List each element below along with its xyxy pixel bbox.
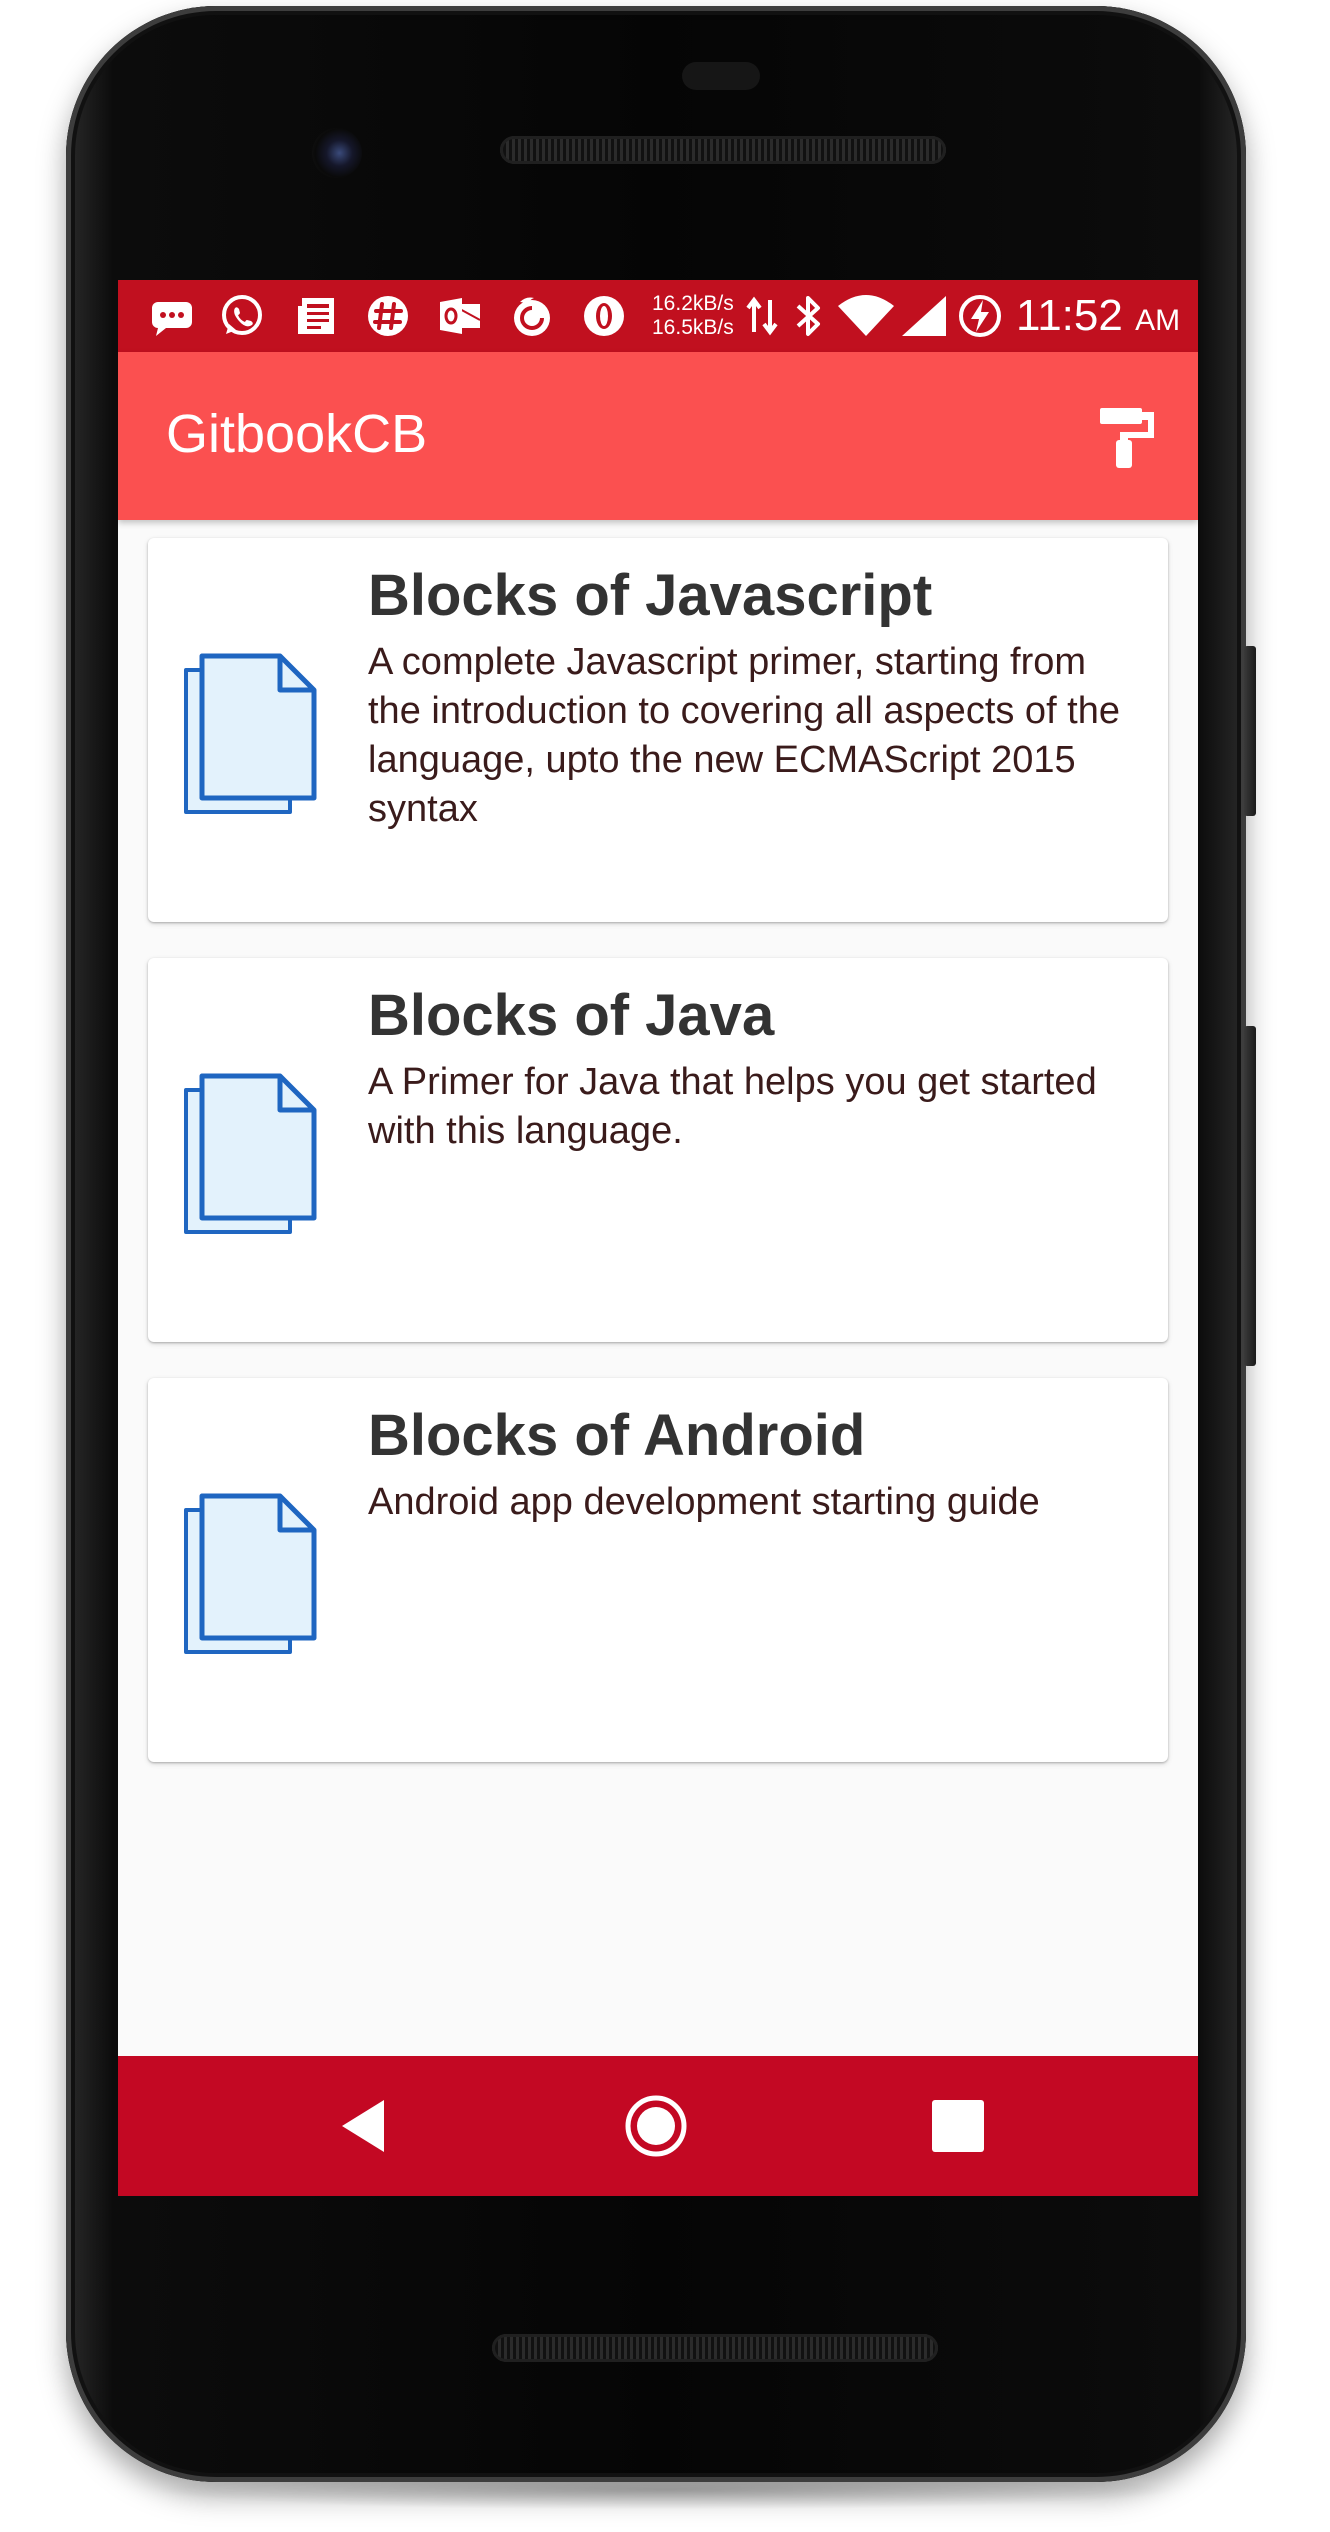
- slack-icon: [368, 296, 408, 336]
- app-bar: GitbookCB: [118, 352, 1198, 520]
- power-button: [1244, 1026, 1256, 1366]
- back-icon[interactable]: [330, 2094, 394, 2158]
- book-description: A Primer for Java that helps you get sta…: [368, 1061, 1097, 1152]
- document-copies-icon: [184, 1073, 317, 1234]
- document-copies-icon: [184, 653, 317, 814]
- earpiece: [682, 62, 760, 90]
- top-speaker: [500, 136, 946, 164]
- firefox-icon: [514, 297, 550, 336]
- book-card[interactable]: Blocks of Javascript A complete Javascri…: [148, 538, 1168, 922]
- wifi-icon: [838, 295, 894, 336]
- clock: 11:52 AM: [1016, 290, 1180, 347]
- navigation-bar: [118, 2056, 1198, 2196]
- volume-button: [1244, 646, 1256, 816]
- opera-icon: [584, 296, 624, 336]
- recents-icon[interactable]: [926, 2094, 990, 2158]
- document-copies-icon: [184, 1493, 317, 1654]
- bluetooth-icon: [796, 296, 820, 336]
- cellular-signal-icon: [902, 296, 946, 336]
- battery-charging-icon: [959, 295, 1001, 337]
- book-description: Android app development starting guide: [368, 1481, 1040, 1523]
- app-title: GitbookCB: [166, 404, 428, 464]
- news-icon: [298, 298, 334, 334]
- outlook-icon: [440, 298, 481, 334]
- book-card[interactable]: Blocks of Java A Primer for Java that he…: [148, 958, 1168, 1342]
- network-speed: 16.2kB/s 16.5kB/s: [652, 292, 734, 340]
- paint-roller-icon[interactable]: [1096, 402, 1160, 470]
- book-title: Blocks of Android: [368, 1403, 866, 1468]
- front-camera: [312, 128, 362, 178]
- upload-speed: 16.2kB/s: [652, 292, 734, 315]
- whatsapp-icon: [222, 295, 262, 335]
- clock-ampm: AM: [1135, 304, 1181, 337]
- status-bar: 16.2kB/s 16.5kB/s 11:52 AM: [118, 280, 1198, 352]
- phone-screen: 16.2kB/s 16.5kB/s 11:52 AM GitbookCB Blo…: [118, 280, 1198, 2196]
- book-card[interactable]: Blocks of Android Android app developmen…: [148, 1378, 1168, 1762]
- book-title: Blocks of Java: [368, 983, 775, 1048]
- download-speed: 16.5kB/s: [652, 316, 734, 339]
- book-description: A complete Javascript primer, starting f…: [368, 641, 1121, 830]
- clock-time: 11:52: [1016, 291, 1123, 340]
- book-title: Blocks of Javascript: [368, 563, 933, 628]
- home-icon[interactable]: [624, 2094, 688, 2158]
- bottom-speaker: [492, 2334, 938, 2362]
- message-icon: [152, 302, 192, 336]
- data-transfer-icon: [746, 296, 778, 336]
